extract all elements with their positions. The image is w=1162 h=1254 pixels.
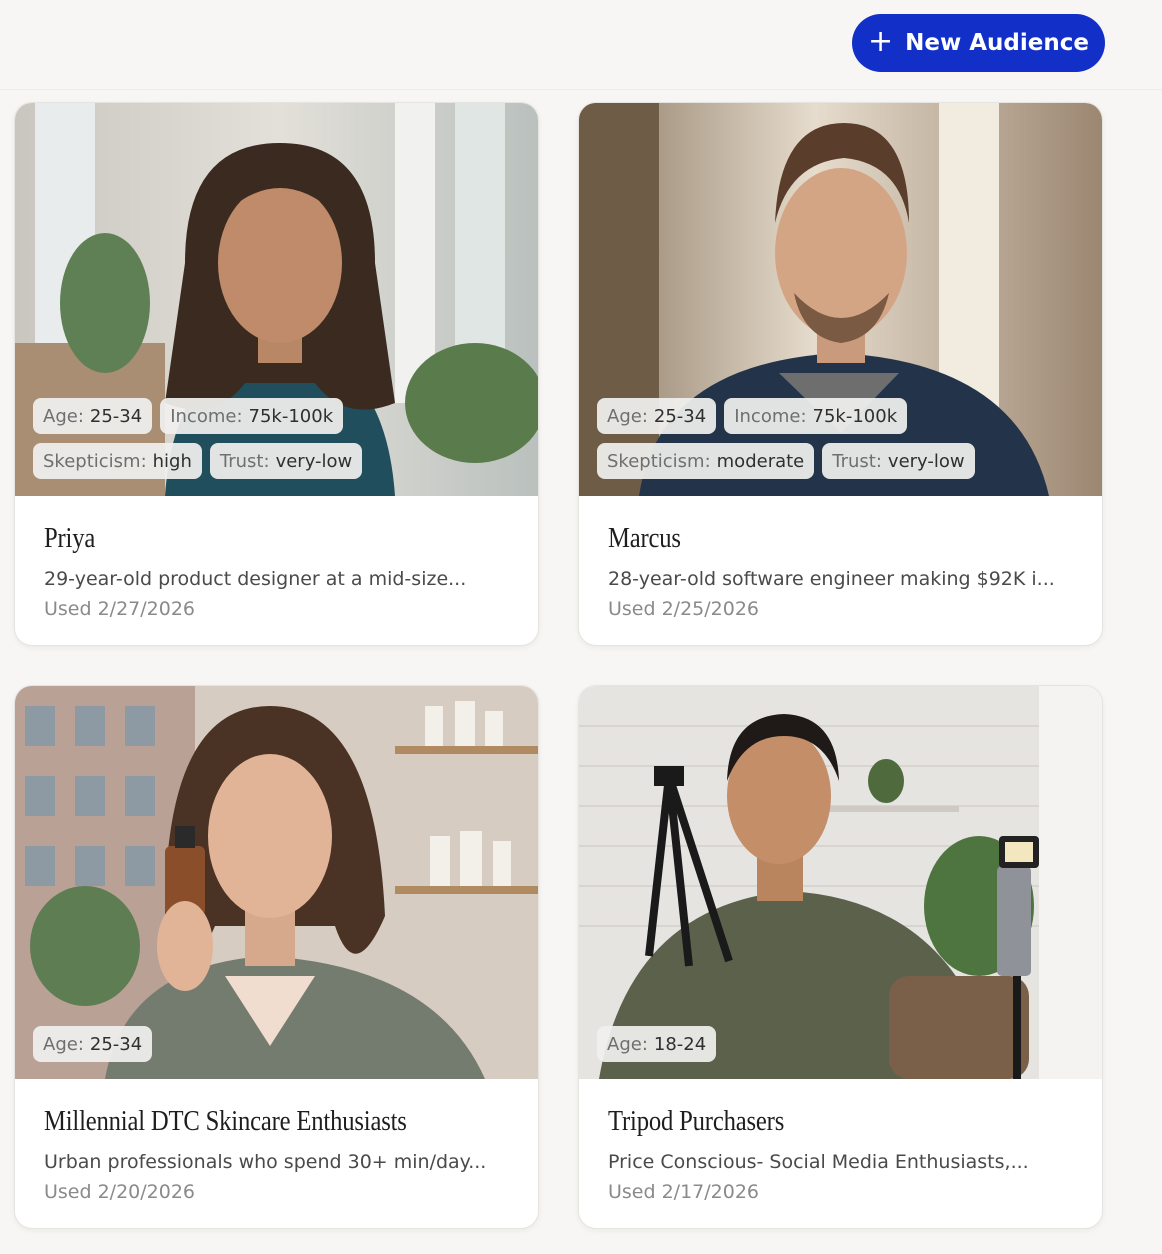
- audience-photo: Age: 18-24: [579, 686, 1102, 1079]
- tag-skepticism: Skepticism: high: [33, 443, 202, 479]
- audience-name: Millennial DTC Skincare Enthusiasts: [44, 1106, 407, 1137]
- audience-card-marcus[interactable]: Age: 25-34 Income: 75k-100k Skepticism: mod…: [578, 102, 1103, 646]
- trait-tags: Age: 18-24: [597, 1026, 1084, 1062]
- tag-age: Age: 25-34: [597, 398, 717, 434]
- audience-card-priya[interactable]: Age: 25-34 Income: 75k-100k Skepticism: hig…: [14, 102, 539, 646]
- audience-card-skincare[interactable]: Age: 25-34 Millennial DTC Skincare Enthus…: [14, 685, 539, 1229]
- audience-description: Price Conscious- Social Media Enthusiast…: [608, 1151, 1029, 1173]
- audience-last-used: Used 2/17/2026: [608, 1181, 760, 1203]
- tag-age: Age: 25-34: [33, 1026, 153, 1062]
- audience-last-used: Used 2/20/2026: [44, 1181, 196, 1203]
- audience-description: Urban professionals who spend 30+ min/da…: [44, 1151, 487, 1173]
- new-audience-button[interactable]: + New Audience: [852, 14, 1105, 72]
- audience-description: 28-year-old software engineer making $92…: [608, 568, 1055, 590]
- tag-trust: Trust: very-low: [822, 443, 975, 479]
- tag-age: Age: 18-24: [597, 1026, 717, 1062]
- trait-tags: Age: 25-34: [33, 1026, 520, 1062]
- trait-tags: Age: 25-34 Income: 75k-100k Skepticism: hig…: [33, 398, 520, 479]
- top-bar: + New Audience: [0, 0, 1162, 90]
- tag-skepticism: Skepticism: moderate: [597, 443, 815, 479]
- tag-income: Income: 75k-100k: [160, 398, 344, 434]
- audience-name: Priya: [44, 523, 96, 554]
- audience-card-tripod[interactable]: Age: 18-24 Tripod Purchasers Price Consci…: [578, 685, 1103, 1229]
- tag-income: Income: 75k-100k: [724, 398, 908, 434]
- audience-photo: Age: 25-34 Income: 75k-100k Skepticism: mod…: [579, 103, 1102, 496]
- audience-name: Tripod Purchasers: [608, 1106, 785, 1137]
- audience-last-used: Used 2/27/2026: [44, 598, 196, 620]
- audience-description: 29-year-old product designer at a mid-si…: [44, 568, 467, 590]
- audience-name: Marcus: [608, 523, 681, 554]
- tag-age: Age: 25-34: [33, 398, 153, 434]
- tag-trust: Trust: very-low: [209, 443, 363, 479]
- new-audience-label: New Audience: [905, 30, 1089, 56]
- plus-icon: +: [868, 23, 894, 59]
- audience-last-used: Used 2/25/2026: [608, 598, 760, 620]
- trait-tags: Age: 25-34 Income: 75k-100k Skepticism: mod…: [597, 398, 1084, 479]
- audience-photo: Age: 25-34 Income: 75k-100k Skepticism: hig…: [15, 103, 538, 496]
- audience-photo: Age: 25-34: [15, 686, 538, 1079]
